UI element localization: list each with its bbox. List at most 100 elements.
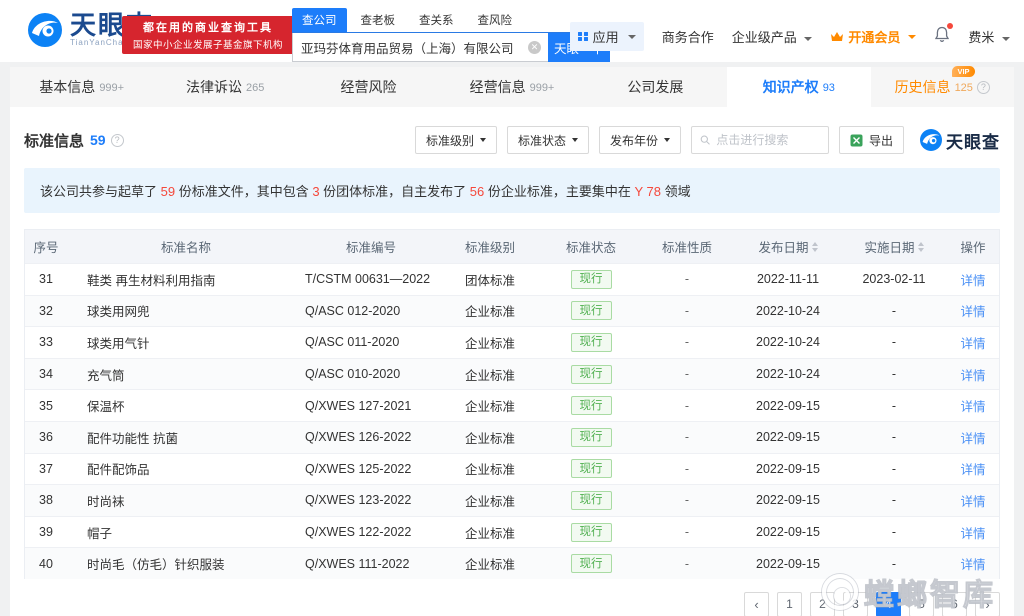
publish-date: 2022-09-15 <box>735 557 841 571</box>
standard-nature: - <box>639 525 735 539</box>
row-no: 34 <box>25 367 67 381</box>
detail-link[interactable]: 详情 <box>960 274 985 288</box>
nav-tab-basic-info[interactable]: 基本信息 999+ <box>10 67 153 107</box>
standard-level: 企业标准 <box>437 301 543 320</box>
enterprise-product-label: 企业级产品 <box>732 30 797 45</box>
business-cooperation-link[interactable]: 商务合作 <box>662 27 714 46</box>
standard-level: 企业标准 <box>437 554 543 573</box>
table-row: 38 时尚袜 Q/XWES 123-2022 企业标准 现行 - 2022-09… <box>25 484 999 516</box>
top-menu: 应用 商务合作 企业级产品 开通会员 费米 <box>570 22 1010 51</box>
row-no: 36 <box>25 430 67 444</box>
help-icon[interactable]: ? <box>977 81 990 94</box>
col-header-nature: 标准性质 <box>639 237 735 256</box>
prev-page-button[interactable]: ‹ <box>744 592 769 616</box>
apps-grid-icon <box>578 32 588 42</box>
table-search-input[interactable] <box>716 133 820 147</box>
standard-level: 团体标准 <box>437 270 543 289</box>
detail-link[interactable]: 详情 <box>960 369 985 383</box>
detail-link[interactable]: 详情 <box>960 527 985 541</box>
notification-bell-icon[interactable] <box>934 26 950 48</box>
next-page-button[interactable]: › <box>975 592 1000 616</box>
enterprise-product-menu[interactable]: 企业级产品 <box>732 27 813 46</box>
sort-impl-date-icon[interactable] <box>918 242 924 252</box>
publish-date: 2022-09-15 <box>735 462 841 476</box>
status-badge: 现行 <box>571 459 612 478</box>
nav-tab-operation-info[interactable]: 经营信息 999+ <box>440 67 583 107</box>
tianyancha-logo-icon <box>28 13 62 47</box>
page-button-3[interactable]: 3 <box>843 592 868 616</box>
detail-link[interactable]: 详情 <box>960 463 985 477</box>
nav-tab-intellectual-property[interactable]: 知识产权 93 <box>727 67 870 107</box>
implement-date: - <box>841 304 947 318</box>
field-code: Y 78 <box>635 184 662 199</box>
nav-tab-legal-litigation[interactable]: 法律诉讼 265 <box>153 67 296 107</box>
slogan-line1: 都在用的商业查询工具 <box>143 19 273 35</box>
standard-level: 企业标准 <box>437 523 543 542</box>
filter-publish-year[interactable]: 发布年份 <box>599 126 681 154</box>
sort-pub-date-icon[interactable] <box>812 242 818 252</box>
detail-link[interactable]: 详情 <box>960 432 985 446</box>
status-badge: 现行 <box>571 523 612 542</box>
company-search-input[interactable] <box>292 33 548 62</box>
table-row: 33 球类用气针 Q/ASC 011-2020 企业标准 现行 - 2022-1… <box>25 326 999 358</box>
open-vip-menu[interactable]: 开通会员 <box>830 27 916 46</box>
publish-date: 2022-11-11 <box>735 272 841 286</box>
detail-link[interactable]: 详情 <box>960 400 985 414</box>
table-row: 34 充气筒 Q/ASC 010-2020 企业标准 现行 - 2022-10-… <box>25 358 999 390</box>
status-badge: 现行 <box>571 301 612 320</box>
table-search-box[interactable] <box>691 126 829 154</box>
standard-level: 企业标准 <box>437 333 543 352</box>
implement-date: - <box>841 399 947 413</box>
filter-standard-level[interactable]: 标准级别 <box>415 126 497 154</box>
detail-link[interactable]: 详情 <box>960 558 985 572</box>
company-detail-card: 基本信息 999+ 法律诉讼 265 经营风险 经营信息 999+ 公司发展 知… <box>10 67 1014 616</box>
standard-code: Q/ASC 010-2020 <box>305 367 437 381</box>
table-row: 31 鞋类 再生材料利用指南 T/CSTM 00631—2022 团体标准 现行… <box>25 263 999 295</box>
nav-tab-history-info[interactable]: 历史信息 VIP 125 ? <box>871 67 1014 107</box>
detail-link[interactable]: 详情 <box>960 337 985 351</box>
search-type-tabs: 查公司 查老板 查关系 查风险 <box>292 8 610 33</box>
page-button-4-active[interactable]: 4 <box>876 592 901 616</box>
table-row: 39 帽子 Q/XWES 122-2022 企业标准 现行 - 2022-09-… <box>25 516 999 548</box>
standard-name: 配件功能性 抗菌 <box>67 428 305 447</box>
section-count: 59 <box>90 132 106 148</box>
chevron-down-icon <box>804 37 812 41</box>
standard-code: Q/XWES 111-2022 <box>305 557 437 571</box>
table-row: 36 配件功能性 抗菌 Q/XWES 126-2022 企业标准 现行 - 20… <box>25 421 999 453</box>
chevron-down-icon <box>572 138 578 142</box>
chevron-down-icon <box>1002 37 1010 41</box>
nav-tab-operation-risk[interactable]: 经营风险 <box>297 67 440 107</box>
page-button-1[interactable]: 1 <box>777 592 802 616</box>
row-no: 40 <box>25 557 67 571</box>
nav-tab-company-development[interactable]: 公司发展 <box>584 67 727 107</box>
col-header-impl-date: 实施日期 <box>841 237 947 256</box>
search-tab-relation[interactable]: 查关系 <box>409 8 464 32</box>
filter-standard-status[interactable]: 标准状态 <box>507 126 589 154</box>
help-icon[interactable]: ? <box>111 134 124 147</box>
col-header-code: 标准编号 <box>305 237 437 256</box>
publish-date: 2022-09-15 <box>735 430 841 444</box>
standard-nature: - <box>639 430 735 444</box>
publish-date: 2022-10-24 <box>735 367 841 381</box>
standard-code: Q/XWES 125-2022 <box>305 462 437 476</box>
page-button-6[interactable]: 6 <box>942 592 967 616</box>
crown-icon <box>830 31 844 43</box>
search-tab-boss[interactable]: 查老板 <box>351 8 406 32</box>
chevron-down-icon <box>908 35 916 39</box>
standard-name: 球类用气针 <box>67 333 305 352</box>
detail-link[interactable]: 详情 <box>960 495 985 509</box>
search-tab-risk[interactable]: 查风险 <box>468 8 523 32</box>
page-button-2[interactable]: 2 <box>810 592 835 616</box>
standard-nature: - <box>639 493 735 507</box>
detail-link[interactable]: 详情 <box>960 305 985 319</box>
clear-search-icon[interactable]: ✕ <box>528 41 541 54</box>
export-button[interactable]: 导出 <box>839 126 904 154</box>
page-button-5[interactable]: 5 <box>909 592 934 616</box>
standard-code: T/CSTM 00631—2022 <box>305 272 437 286</box>
apps-menu[interactable]: 应用 <box>570 22 644 51</box>
user-menu[interactable]: 费米 <box>968 27 1010 46</box>
pagination: ‹ 1 2 3 4 5 6 › <box>24 592 1000 616</box>
standard-nature: - <box>639 272 735 286</box>
tianyancha-watermark-logo: 天眼查 <box>920 128 1000 153</box>
search-tab-company[interactable]: 查公司 <box>292 8 347 32</box>
